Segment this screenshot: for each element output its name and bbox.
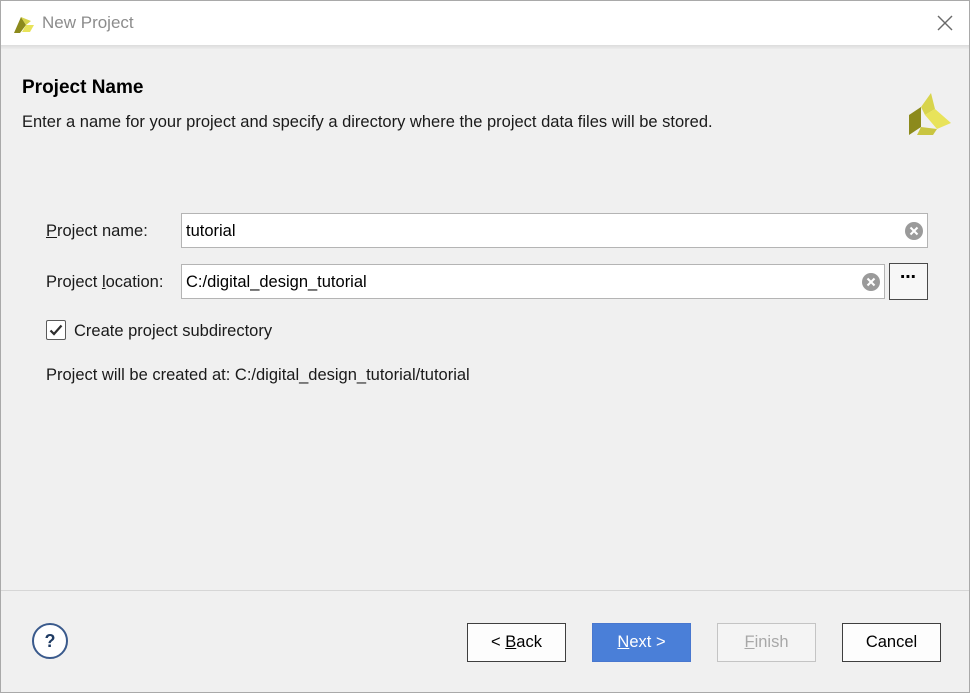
back-button[interactable]: < Back bbox=[467, 623, 566, 662]
title-divider bbox=[1, 45, 969, 49]
project-location-label-prefix: Project bbox=[46, 273, 102, 291]
next-button-mnemonic: N bbox=[617, 633, 630, 651]
back-button-prefix: < bbox=[491, 633, 506, 651]
close-icon[interactable] bbox=[935, 13, 955, 33]
next-button[interactable]: Next > bbox=[592, 623, 691, 662]
project-name-mnemonic: P bbox=[46, 222, 58, 240]
xilinx-logo-icon bbox=[14, 17, 34, 33]
browse-button[interactable]: ⋯ bbox=[889, 263, 928, 300]
window-title: New Project bbox=[42, 13, 134, 32]
clear-icon[interactable] bbox=[904, 221, 924, 241]
project-name-field[interactable]: tutorial bbox=[181, 213, 928, 248]
project-location-field[interactable]: C:/digital_design_tutorial bbox=[181, 264, 885, 299]
finish-button-label: inish bbox=[754, 633, 789, 651]
next-button-label: ext > bbox=[629, 633, 666, 651]
cancel-button[interactable]: Cancel bbox=[842, 623, 941, 662]
create-subdirectory-label[interactable]: Create project subdirectory bbox=[74, 322, 272, 341]
footer-divider bbox=[1, 590, 969, 591]
checkmark-icon bbox=[49, 324, 63, 336]
project-location-label-suffix: ocation: bbox=[105, 273, 164, 291]
new-project-dialog: New Project Project Name Enter a name fo… bbox=[0, 0, 970, 693]
finish-button[interactable]: Finish bbox=[717, 623, 816, 662]
project-location-value: C:/digital_design_tutorial bbox=[186, 273, 367, 291]
ellipsis-icon: ⋯ bbox=[900, 269, 917, 286]
page-description: Enter a name for your project and specif… bbox=[22, 113, 713, 131]
xilinx-logo-icon bbox=[909, 93, 951, 135]
create-subdirectory-checkbox[interactable] bbox=[46, 320, 66, 340]
project-name-label-text: roject name: bbox=[57, 222, 148, 240]
project-name-value: tutorial bbox=[186, 222, 236, 240]
finish-button-mnemonic: F bbox=[744, 633, 755, 651]
project-path-info: Project will be created at: C:/digital_d… bbox=[46, 366, 470, 384]
clear-icon[interactable] bbox=[861, 272, 881, 292]
page-title: Project Name bbox=[22, 77, 144, 98]
back-button-label: ack bbox=[516, 633, 542, 651]
project-name-label: Project name: bbox=[46, 222, 148, 241]
help-button[interactable]: ? bbox=[32, 623, 68, 659]
project-location-label: Project location: bbox=[46, 273, 163, 292]
title-bar: New Project bbox=[1, 1, 969, 45]
back-button-mnemonic: B bbox=[505, 633, 517, 651]
